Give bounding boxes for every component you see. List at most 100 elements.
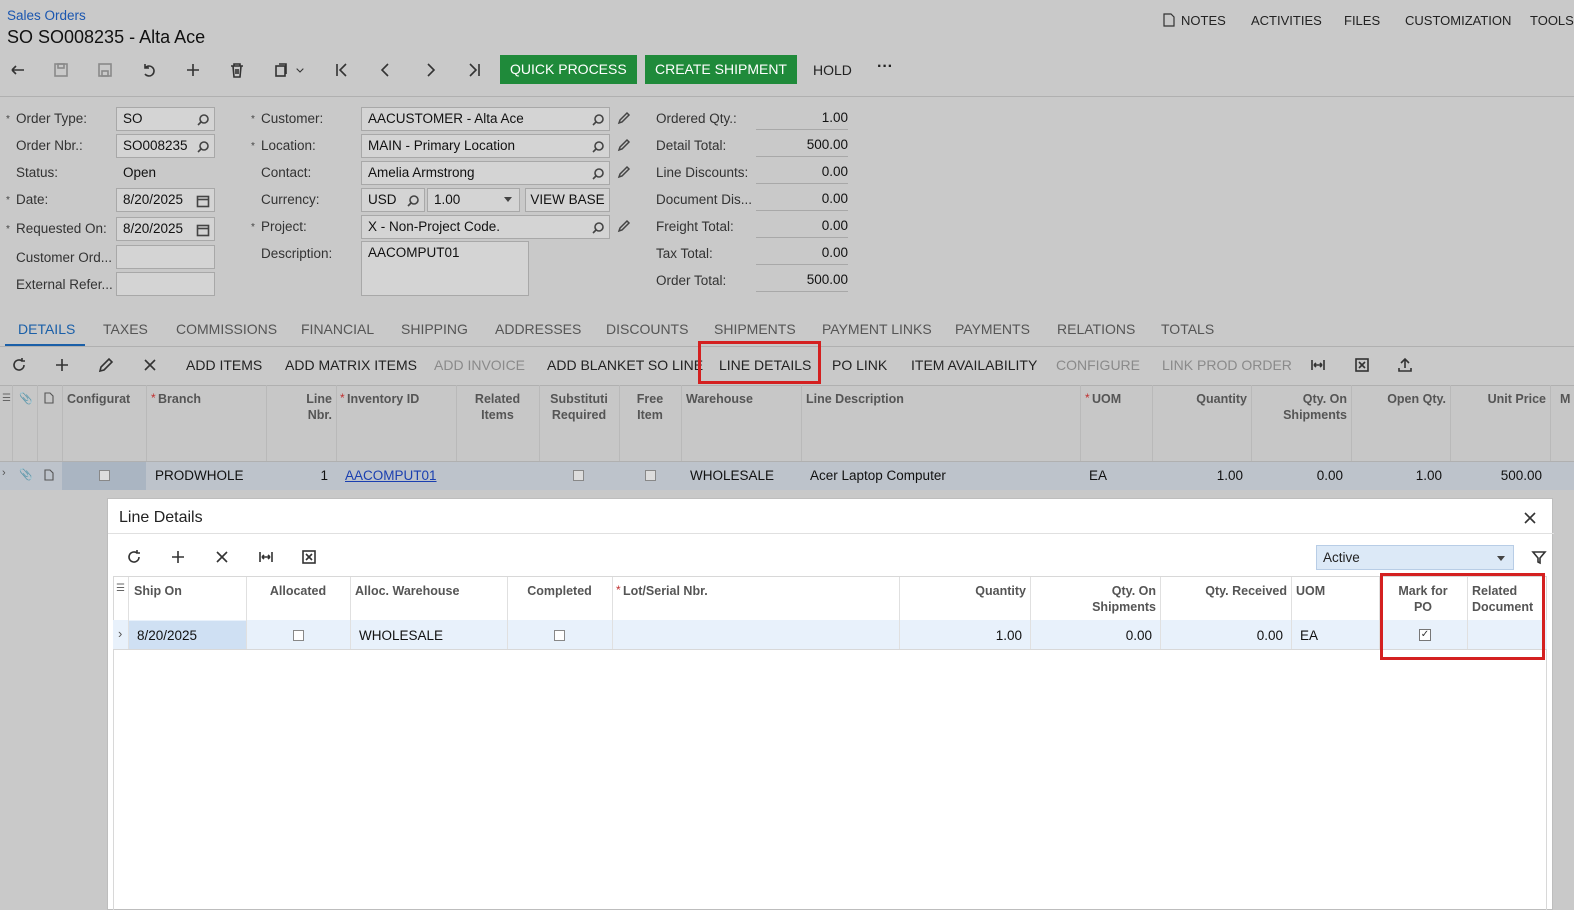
description-field[interactable]: AACOMPUT01 (361, 241, 529, 296)
more-button[interactable]: ··· (877, 58, 893, 76)
add-items-button[interactable]: ADD ITEMS (186, 357, 262, 373)
row-expand-icon[interactable]: › (118, 626, 122, 641)
attachment-icon[interactable]: 📎 (19, 468, 33, 481)
customer-field[interactable]: AACUSTOMER - Alta Ace (361, 107, 610, 131)
col-qty-on-shipments[interactable]: Qty. On Shipments (1251, 391, 1347, 423)
col-completed[interactable]: Completed (507, 583, 612, 599)
substitution-required-checkbox[interactable] (573, 470, 584, 481)
previous-record-icon[interactable] (373, 57, 399, 83)
order-type-field[interactable]: SO (116, 107, 215, 131)
col-related-items[interactable]: Related Items (456, 391, 539, 423)
col-ship-on[interactable]: Ship On (134, 583, 182, 599)
tab-commissions[interactable]: COMMISSIONS (176, 321, 277, 337)
currency-field[interactable]: USD (361, 188, 425, 212)
fit-columns-icon[interactable] (1305, 352, 1331, 378)
tab-payment-links[interactable]: PAYMENT LINKS (822, 321, 932, 337)
customer-ord-field[interactable] (116, 245, 215, 269)
last-record-icon[interactable] (461, 57, 487, 83)
col-branch[interactable]: Branch (158, 391, 201, 407)
menu-activities[interactable]: ACTIVITIES (1251, 13, 1322, 28)
col-uom[interactable]: UOM (1296, 583, 1325, 599)
close-icon[interactable] (1517, 505, 1543, 531)
tab-shipping[interactable]: SHIPPING (401, 321, 468, 337)
add-row-icon[interactable] (49, 352, 75, 378)
cell-alloc-warehouse[interactable]: WHOLESALE (359, 628, 443, 643)
chevron-down-icon[interactable] (292, 57, 308, 83)
save-close-icon[interactable] (48, 57, 74, 83)
search-icon[interactable] (196, 112, 210, 126)
add-blanket-so-line-button[interactable]: ADD BLANKET SO LINE (547, 357, 703, 373)
configure-button[interactable]: CONFIGURE (1056, 357, 1140, 373)
first-record-icon[interactable] (329, 57, 355, 83)
tab-discounts[interactable]: DISCOUNTS (606, 321, 688, 337)
fit-columns-icon[interactable] (253, 544, 279, 570)
copy-icon[interactable] (268, 57, 294, 83)
tab-payments[interactable]: PAYMENTS (955, 321, 1030, 337)
upload-icon[interactable] (1392, 352, 1418, 378)
col-m[interactable]: M (1560, 391, 1570, 407)
add-matrix-items-button[interactable]: ADD MATRIX ITEMS (285, 357, 417, 373)
create-shipment-button[interactable]: CREATE SHIPMENT (645, 55, 797, 84)
hold-button[interactable]: HOLD (813, 62, 852, 78)
menu-customization[interactable]: CUSTOMIZATION (1405, 13, 1511, 28)
cell-inventory-id-link[interactable]: AACOMPUT01 (345, 468, 437, 483)
col-uom[interactable]: UOM (1092, 391, 1121, 407)
search-icon[interactable] (591, 166, 605, 180)
add-row-icon[interactable] (165, 544, 191, 570)
delete-row-icon[interactable] (209, 544, 235, 570)
breadcrumb[interactable]: Sales Orders (7, 8, 86, 23)
tab-taxes[interactable]: TAXES (103, 321, 148, 337)
item-availability-button[interactable]: ITEM AVAILABILITY (911, 357, 1037, 373)
col-qty-on-shipments[interactable]: Qty. On Shipments (1030, 583, 1156, 615)
col-open-qty[interactable]: Open Qty. (1351, 391, 1446, 407)
po-link-button[interactable]: PO LINK (832, 357, 887, 373)
search-icon[interactable] (591, 139, 605, 153)
tab-relations[interactable]: RELATIONS (1057, 321, 1135, 337)
view-base-button[interactable]: VIEW BASE (525, 188, 610, 212)
col-warehouse[interactable]: Warehouse (686, 391, 753, 407)
external-refer-field[interactable] (116, 272, 215, 296)
allocated-checkbox[interactable] (293, 630, 304, 641)
tab-addresses[interactable]: ADDRESSES (495, 321, 581, 337)
col-line-nbr[interactable]: Line Nbr. (272, 391, 332, 423)
configurable-checkbox[interactable] (99, 470, 110, 481)
filter-icon[interactable] (1526, 544, 1552, 570)
edit-icon[interactable] (617, 111, 631, 125)
tab-shipments[interactable]: SHIPMENTS (714, 321, 796, 337)
add-icon[interactable] (180, 57, 206, 83)
export-excel-icon[interactable] (296, 544, 322, 570)
search-icon[interactable] (196, 139, 210, 153)
col-quantity[interactable]: Quantity (1152, 391, 1247, 407)
col-unit-price[interactable]: Unit Price (1450, 391, 1546, 407)
col-configurat[interactable]: Configurat (67, 391, 130, 407)
filter-select[interactable]: Active (1316, 545, 1514, 570)
col-allocated[interactable]: Allocated (246, 583, 350, 599)
link-prod-order-button[interactable]: LINK PROD ORDER (1162, 357, 1292, 373)
grid-menu-icon[interactable]: ☰ (2, 393, 11, 404)
col-lot-serial-nbr[interactable]: Lot/Serial Nbr. (623, 583, 708, 599)
cell-ship-on[interactable]: 8/20/2025 (137, 628, 197, 643)
col-quantity[interactable]: Quantity (899, 583, 1026, 599)
cell-uom[interactable]: EA (1300, 628, 1318, 643)
quick-process-button[interactable]: QUICK PROCESS (500, 55, 637, 84)
calendar-icon[interactable] (196, 193, 210, 208)
save-icon[interactable] (92, 57, 118, 83)
order-nbr-field[interactable]: SO008235 (116, 134, 215, 158)
col-alloc-warehouse[interactable]: Alloc. Warehouse (355, 583, 459, 599)
menu-tools[interactable]: TOOLS (1530, 13, 1574, 28)
search-icon[interactable] (591, 112, 605, 126)
col-free-item[interactable]: Free Item (619, 391, 681, 423)
delete-icon[interactable] (224, 57, 250, 83)
next-record-icon[interactable] (417, 57, 443, 83)
project-field[interactable]: X - Non-Project Code. (361, 215, 610, 239)
col-inventory-id[interactable]: Inventory ID (347, 391, 419, 407)
date-field[interactable]: 8/20/2025 (116, 188, 215, 212)
location-field[interactable]: MAIN - Primary Location (361, 134, 610, 158)
menu-files[interactable]: FILES (1344, 13, 1380, 28)
edit-icon[interactable] (617, 138, 631, 152)
currency-rate-field[interactable]: 1.00 (427, 188, 520, 212)
add-invoice-button[interactable]: ADD INVOICE (434, 357, 525, 373)
menu-notes[interactable]: NOTES (1181, 13, 1226, 28)
col-qty-received[interactable]: Qty. Received (1160, 583, 1287, 599)
search-icon[interactable] (406, 193, 420, 207)
